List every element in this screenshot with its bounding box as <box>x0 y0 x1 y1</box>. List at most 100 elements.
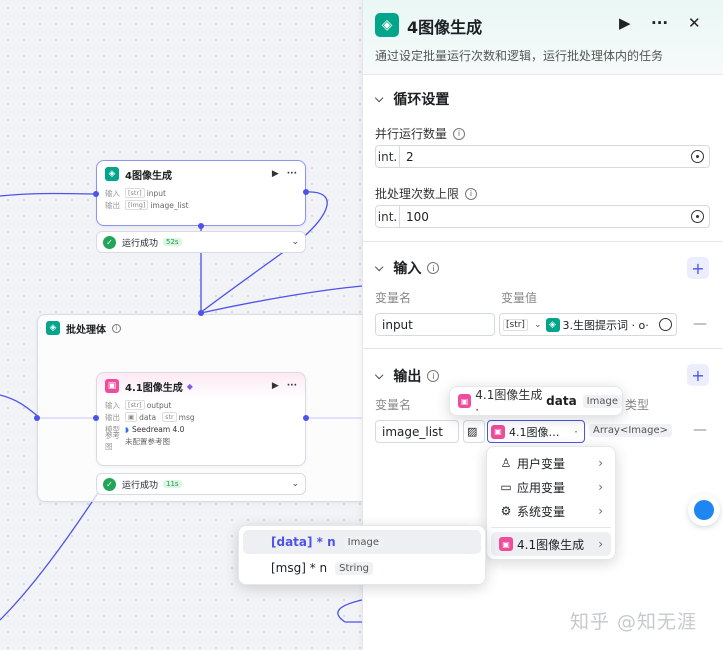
image-icon: ▣ <box>491 424 505 439</box>
info-icon[interactable]: i <box>453 127 466 140</box>
panel-header: ◈ 4图像生成 ▶ ··· ✕ 通过设定批量运行次数和逻辑，运行批处理体内的任务 <box>363 0 723 75</box>
section-title: 输出 <box>393 369 422 385</box>
type-tag: str <box>162 412 177 422</box>
field-submenu: [data] * n Image [msg] * n String <box>238 525 486 585</box>
submenu-label: [msg] * n <box>271 561 328 575</box>
chevron-down-icon[interactable]: ⌄ <box>291 479 299 489</box>
loop-run-status[interactable]: ✓ 运行成功 52s ⌄ <box>96 231 306 253</box>
panel-description: 通过设定批量运行次数和逻辑，运行批处理体内的任务 <box>375 49 664 63</box>
divider <box>491 527 611 528</box>
output-section-header[interactable]: ⌵ 输出 i <box>375 366 440 386</box>
chevron-down-icon[interactable]: ⌄ <box>291 237 299 247</box>
info-icon[interactable]: i <box>427 262 440 274</box>
parallel-count-input[interactable]: int. 2 <box>375 145 710 168</box>
loop-node[interactable]: ◈ 4图像生成 ▶ ··· 输入 [str] input 输出 [Img] image_l… <box>96 160 306 226</box>
port-dot[interactable] <box>303 415 309 421</box>
port-dot[interactable] <box>198 310 204 316</box>
input-section-header[interactable]: ⌵ 输入 i <box>375 258 440 278</box>
input-value[interactable]: 2 <box>400 150 414 164</box>
port-dot[interactable] <box>93 191 99 197</box>
port-dot[interactable] <box>93 415 99 421</box>
add-output-button[interactable]: + <box>687 364 709 386</box>
remove-output-button[interactable]: — <box>693 422 707 438</box>
submenu-item-data[interactable]: [data] * n Image <box>243 530 481 554</box>
more-icon[interactable]: ··· <box>287 381 297 391</box>
type-tag: Image <box>343 535 383 549</box>
field-value: image_list <box>382 424 444 439</box>
chevron-down-icon[interactable]: ⌵ <box>375 369 383 383</box>
variable-ref-icon[interactable] <box>691 210 704 223</box>
chevron-down-icon[interactable]: ⌵ <box>375 261 383 275</box>
label-text: 批处理次数上限 <box>375 187 460 201</box>
section-title: 输入 <box>393 261 422 277</box>
port-dot[interactable] <box>303 189 309 195</box>
col-header-type: 类型 <box>625 398 650 412</box>
run-icon[interactable]: ▶ <box>272 169 279 179</box>
run-icon[interactable]: ▶ <box>272 381 279 391</box>
panel-title[interactable]: 4图像生成 <box>407 14 482 38</box>
type-tag: [str] <box>503 318 528 331</box>
add-input-button[interactable]: + <box>687 257 709 279</box>
var-ref: 3.生图提示词 · o· <box>562 318 649 332</box>
chevron-down-icon[interactable]: ⌵ <box>375 92 383 106</box>
output-type-button[interactable]: ▨ <box>463 420 485 443</box>
menu-item-system-vars[interactable]: ⚙ 系统变量 › <box>491 499 611 523</box>
user-icon: ♙ <box>500 456 512 470</box>
output-label: 输出 <box>105 412 120 422</box>
folder-icon: ▭ <box>500 480 512 494</box>
assistant-button[interactable] <box>688 494 720 526</box>
info-icon: i <box>112 323 121 333</box>
chat-icon <box>694 500 714 520</box>
variable-menu: ♙ 用户变量 › ▭ 应用变量 › ⚙ 系统变量 › ▣ 4.1图像生成 › <box>486 446 616 560</box>
more-icon[interactable]: ··· <box>287 169 297 179</box>
parallel-label: 并行运行数量 i <box>375 125 466 142</box>
menu-label: 系统变量 <box>517 504 566 519</box>
port-dot[interactable] <box>34 415 40 421</box>
model-icon: ◗ <box>125 424 129 434</box>
close-icon[interactable]: ✕ <box>688 14 701 32</box>
info-icon[interactable]: i <box>427 370 440 382</box>
image-icon: ▨ <box>467 425 478 438</box>
menu-label: 4.1图像生成 <box>517 537 585 552</box>
menu-item-user-vars[interactable]: ♙ 用户变量 › <box>491 451 611 475</box>
menu-item-image-node[interactable]: ▣ 4.1图像生成 › <box>491 532 611 556</box>
image-icon: ▣ <box>105 379 119 393</box>
image-gen-node[interactable]: ▣ 4.1图像生成 ◆ ▶ ··· 输入 [str] output 输出 ▣ data st… <box>96 372 306 466</box>
layers-icon: ◈ <box>545 317 560 332</box>
remove-input-button[interactable]: — <box>693 316 707 332</box>
menu-label: 应用变量 <box>517 480 566 495</box>
image-icon: ▣ <box>458 394 472 408</box>
batch-title: 批处理体 <box>66 324 106 336</box>
col-header-value: 变量值 <box>501 291 538 305</box>
check-icon: ✓ <box>103 235 116 249</box>
input-var-value-field[interactable]: [str] ⌄ ◈ 3.生图提示词 · o· <box>499 313 677 336</box>
batch-limit-input[interactable]: int. 100 <box>375 205 710 228</box>
output-var-ref-select[interactable]: ▣ 4.1图像… · <box>487 420 585 443</box>
input-value[interactable]: 100 <box>400 210 429 224</box>
chevron-right-icon: › <box>598 480 603 494</box>
menu-item-app-vars[interactable]: ▭ 应用变量 › <box>491 475 611 499</box>
output-msg: msg <box>178 412 195 422</box>
status-text: 运行成功 <box>122 238 159 249</box>
run-icon[interactable]: ▶ <box>619 14 631 32</box>
type-tag: String <box>335 561 373 575</box>
port-dot[interactable] <box>198 223 204 229</box>
variable-ref-icon[interactable] <box>659 318 672 331</box>
input-value: output <box>146 400 172 410</box>
variable-ref-icon[interactable] <box>691 150 704 163</box>
info-icon[interactable]: i <box>465 187 478 200</box>
ref-label: 参考图 <box>105 431 120 451</box>
output-var-name-field[interactable]: image_list <box>375 420 459 443</box>
input-var-name-field[interactable]: input <box>375 313 495 336</box>
loop-section-header[interactable]: ⌵ 循环设置 <box>375 89 449 109</box>
gem-icon: ◆ <box>186 381 193 391</box>
tooltip-bold: data <box>546 394 577 408</box>
input-value: input <box>146 188 166 198</box>
model-value: Seedream 4.0 <box>131 424 185 434</box>
chevron-down-icon[interactable]: ⌄ <box>534 320 542 330</box>
var-ref: 4.1图像… <box>509 425 560 439</box>
submenu-item-msg[interactable]: [msg] * n String <box>243 556 481 580</box>
layers-icon: ◈ <box>375 13 399 37</box>
more-icon[interactable]: ··· <box>651 14 668 32</box>
image-run-status[interactable]: ✓ 运行成功 11s ⌄ <box>96 473 306 495</box>
